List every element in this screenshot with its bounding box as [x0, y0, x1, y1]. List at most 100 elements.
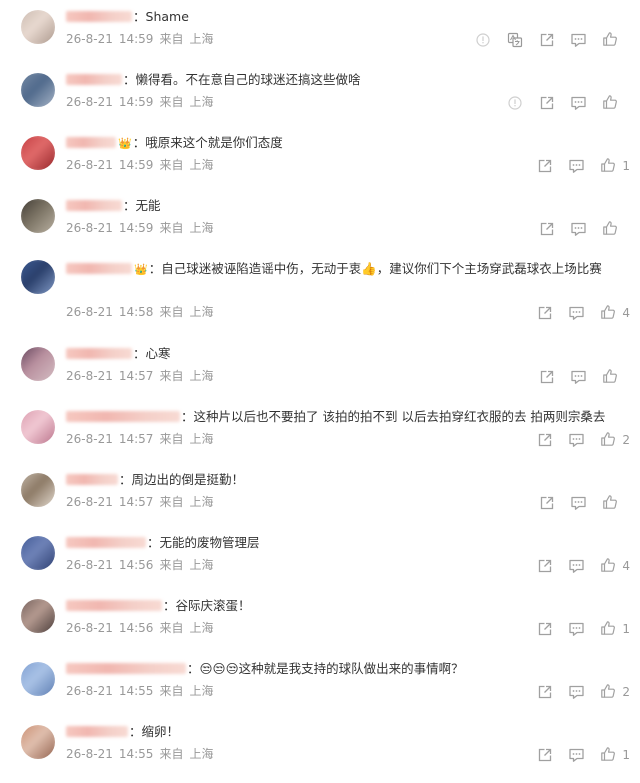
meta-location: 上海: [189, 495, 214, 509]
comment-text: 缩卵！: [141, 724, 180, 739]
reply-button[interactable]: [568, 432, 585, 449]
avatar[interactable]: [21, 10, 55, 44]
avatar[interactable]: [21, 260, 55, 294]
report-button[interactable]: [474, 32, 491, 49]
comment-line: ：Shame: [66, 6, 631, 27]
username-link[interactable]: [66, 600, 162, 611]
avatar[interactable]: [21, 410, 55, 444]
like-button[interactable]: 4: [600, 304, 630, 323]
username-link[interactable]: [66, 474, 118, 485]
username-link[interactable]: [66, 726, 128, 737]
comment-text: 哦原来这个就是你们态度: [145, 135, 283, 150]
username-link[interactable]: [66, 537, 146, 548]
username-link[interactable]: [66, 348, 132, 359]
like-button[interactable]: [602, 31, 630, 50]
like-button[interactable]: 1: [600, 620, 630, 639]
avatar[interactable]: [21, 536, 55, 570]
reply-button[interactable]: [570, 495, 587, 512]
meta-location: 上海: [189, 158, 214, 172]
share-button[interactable]: [536, 158, 553, 175]
meta-location: 上海: [189, 95, 214, 109]
like-button[interactable]: 1: [600, 746, 630, 765]
translate-button[interactable]: [506, 32, 523, 49]
share-button[interactable]: [538, 221, 555, 238]
share-button[interactable]: [536, 432, 553, 449]
username-link[interactable]: [66, 11, 132, 22]
avatar[interactable]: [21, 73, 55, 107]
reply-icon: [568, 158, 585, 174]
reply-button[interactable]: [568, 558, 585, 575]
reply-button[interactable]: [568, 684, 585, 701]
like-button[interactable]: [602, 494, 630, 513]
comment-line: ：这种片以后也不要拍了 该拍的拍不到 以后去拍穿红衣服的去 拍两则宗桑去: [66, 406, 631, 427]
reply-icon: [570, 369, 587, 385]
comment-text: 周边出的倒是挺勤！: [131, 472, 245, 487]
share-button[interactable]: [536, 747, 553, 764]
reply-icon: [568, 621, 585, 637]
comment-body: ：谷际庆滚蛋！ 26-8-21 14:56 来自 上海: [66, 595, 631, 635]
share-button[interactable]: [536, 558, 553, 575]
share-button[interactable]: [536, 305, 553, 322]
username-link[interactable]: [66, 200, 122, 211]
like-button[interactable]: [602, 94, 630, 113]
meta-location-label: 来自: [159, 305, 184, 319]
share-button[interactable]: [538, 32, 555, 49]
translate-icon: [507, 32, 523, 48]
meta-date: 26-8-21: [66, 32, 113, 46]
avatar[interactable]: [21, 599, 55, 633]
meta-location: 上海: [189, 747, 214, 761]
avatar[interactable]: [21, 347, 55, 381]
avatar[interactable]: [21, 473, 55, 507]
like-button[interactable]: [602, 220, 630, 239]
avatar[interactable]: [21, 662, 55, 696]
comment-line: ：无能的废物管理层: [66, 532, 631, 553]
avatar[interactable]: [21, 136, 55, 170]
share-button[interactable]: [536, 684, 553, 701]
meta-date: 26-8-21: [66, 558, 113, 572]
meta-time: 14:56: [118, 621, 154, 635]
comment-line: ：谷际庆滚蛋！: [66, 595, 631, 616]
comment-body: ：Shame 26-8-21 14:59 来自 上海: [66, 6, 631, 46]
like-button[interactable]: 4: [600, 557, 630, 576]
meta-date: 26-8-21: [66, 684, 113, 698]
comment-text: Shame: [145, 9, 189, 24]
meta-time: 14:55: [118, 747, 154, 761]
reply-button[interactable]: [568, 621, 585, 638]
reply-button[interactable]: [568, 158, 585, 175]
share-button[interactable]: [538, 495, 555, 512]
like-button[interactable]: 1: [600, 157, 630, 176]
reply-icon: [568, 684, 585, 700]
reply-button[interactable]: [570, 369, 587, 386]
username-link[interactable]: [66, 263, 132, 274]
share-button[interactable]: [538, 369, 555, 386]
reply-button[interactable]: [570, 32, 587, 49]
like-button[interactable]: 2: [600, 431, 630, 450]
meta-location-label: 来自: [159, 432, 184, 446]
username-link[interactable]: [66, 663, 186, 674]
like-button[interactable]: 2: [600, 683, 630, 702]
reply-button[interactable]: [570, 95, 587, 112]
meta-time: 14:59: [118, 158, 154, 172]
like-button[interactable]: [602, 368, 630, 387]
reply-button[interactable]: [568, 747, 585, 764]
share-button[interactable]: [538, 95, 555, 112]
username-link[interactable]: [66, 411, 180, 422]
report-button[interactable]: [506, 95, 523, 112]
reply-button[interactable]: [568, 305, 585, 322]
meta-location-label: 来自: [159, 158, 184, 172]
meta-location: 上海: [189, 221, 214, 235]
comment-body: 👑：自己球迷被诬陷造谣中伤，无动于衷👍，建议你们下个主场穿武磊球衣上场比赛 26-…: [66, 258, 631, 319]
like-count: 1: [622, 622, 630, 636]
meta-time: 14:58: [118, 305, 154, 319]
username-link[interactable]: [66, 74, 122, 85]
reply-icon: [570, 32, 587, 48]
avatar[interactable]: [21, 725, 55, 759]
crown-badge-icon: 👑: [118, 137, 132, 150]
crown-badge-icon: 👑: [134, 263, 148, 276]
share-button[interactable]: [536, 621, 553, 638]
avatar[interactable]: [21, 199, 55, 233]
username-link[interactable]: [66, 137, 116, 148]
reply-button[interactable]: [570, 221, 587, 238]
meta-date: 26-8-21: [66, 221, 113, 235]
comment-line: ：缩卵！: [66, 721, 631, 742]
